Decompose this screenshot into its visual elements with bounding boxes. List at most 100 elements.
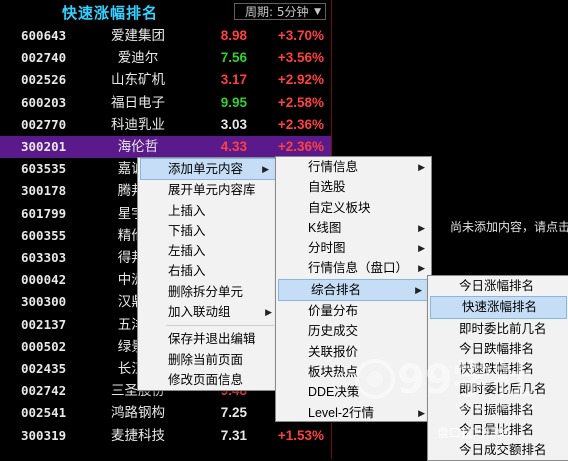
menu-item[interactable]: 修改页面信息 [138, 370, 278, 390]
menu-item[interactable]: 左插入 [138, 241, 278, 261]
menu-item-label: 今日涨幅排名 [459, 279, 535, 293]
stock-price: 9.95 [220, 94, 247, 110]
stock-price: 3.03 [220, 116, 247, 132]
stock-code: 002742 [21, 383, 67, 399]
panel-titlebar: 快速涨幅排名 周期: 5分钟 ▼ [0, 0, 331, 24]
menu-item[interactable]: 即时委比后几名 [428, 379, 568, 399]
stock-code: 603535 [21, 161, 67, 177]
menu-item[interactable]: 行情信息（盘口） ▶ [276, 258, 431, 278]
stock-name: 科迪乳业 [111, 116, 165, 133]
menu-item[interactable]: 快速涨幅排名 [430, 296, 567, 319]
menu-item[interactable]: 即时委比前几名 [428, 319, 568, 339]
menu-item[interactable]: 板块热点 [276, 362, 431, 382]
menu-item-label: 行情信息（盘口） [308, 261, 409, 276]
stock-change: +2.92% [277, 72, 324, 88]
stock-code: 002435 [21, 361, 67, 376]
stock-price: 3.17 [220, 72, 247, 88]
menu-item-label: 行情信息 [308, 160, 359, 174]
stock-name: 山东矿机 [111, 72, 165, 89]
stock-price: 7.31 [220, 427, 247, 443]
table-row[interactable]: 600643 爱建集团 8.98 +3.70% [0, 25, 331, 47]
stock-price: 7.25 [220, 405, 247, 421]
menu-item-label: 价量分布 [308, 304, 359, 319]
menu-item-label: 板块热点 [308, 364, 359, 379]
stock-code: 300319 [21, 427, 67, 443]
panel-title: 快速涨幅排名 [62, 4, 159, 22]
menu-item-label: 加入联动组 [168, 305, 231, 320]
period-dropdown[interactable]: 周期: 5分钟 ▼ [234, 3, 326, 20]
menu-item[interactable]: 删除当前页面 [138, 350, 278, 370]
menu-item[interactable]: 自选股 [276, 177, 431, 197]
stock-code: 603303 [21, 250, 67, 265]
stock-name: 福日电子 [111, 94, 165, 111]
stock-name: 爱建集团 [111, 28, 165, 44]
stock-code: 002770 [21, 116, 67, 132]
watermark-url: www.xue...cn [455, 399, 535, 413]
stock-code: 600643 [21, 28, 67, 43]
menu-item[interactable]: 行情信息 ▶ [276, 157, 431, 177]
menu-item-label: 快速跌幅排名 [459, 362, 535, 377]
menu-item-label: 左插入 [168, 244, 206, 259]
menu-item[interactable]: 加入联动组 ▶ [138, 302, 278, 322]
watermark-caption: 盘口技巧精解 [437, 426, 510, 440]
menu-item-label: 分时图 [308, 241, 346, 256]
menu-item-label: 上插入 [168, 203, 206, 218]
menu-item[interactable]: 自定义板块 [276, 198, 431, 218]
submenu-arrow-icon: ▶ [418, 162, 425, 172]
menu-item[interactable]: 今日涨幅排名 [428, 276, 568, 296]
menu-item[interactable]: 关联报价 [276, 342, 431, 362]
stock-code: 002137 [21, 316, 67, 332]
menu-item[interactable]: 快速跌幅排名 [428, 359, 568, 379]
table-row[interactable]: 300201 海伦哲 4.33 +2.36% [0, 136, 331, 159]
stock-code: 601799 [21, 205, 67, 221]
menu-item-label: 快速涨幅排名 [462, 300, 538, 315]
menu-item-label: 删除当前页面 [168, 352, 244, 367]
table-row[interactable]: 300319 麦捷科技 7.31 +1.53% [0, 425, 331, 447]
table-row[interactable]: 002770 科迪乳业 3.03 +2.36% [0, 114, 331, 136]
menu-item[interactable]: K线图 ▶ [276, 218, 431, 238]
menu-item[interactable]: DDE决策 [276, 382, 431, 402]
menu-item[interactable]: 保存并退出编辑 [138, 329, 278, 349]
chevron-down-icon: ▼ [314, 7, 321, 17]
menu-item[interactable]: 价量分布 [276, 301, 431, 321]
stock-change: +2.36% [277, 116, 324, 132]
menu-item[interactable]: 分时图 ▶ [276, 238, 431, 258]
menu-item[interactable]: 下插入 [138, 221, 278, 241]
menu-item[interactable]: 历史成交 [276, 321, 431, 341]
menu-item[interactable]: 上插入 [138, 201, 278, 221]
menu-item[interactable]: 删除拆分单元 [138, 282, 278, 302]
submenu-arrow-icon: ▶ [418, 263, 425, 274]
stock-change: +2.58% [277, 94, 324, 110]
menu-separator [166, 325, 274, 327]
context-menu: 添加单元内容 ▶ 展开单元内容库 上插入下插入左插入右插入删除拆分单元 加入联动组 ▶ 保存… [137, 157, 279, 391]
menu-item[interactable]: 今日成交额排名 [428, 440, 568, 460]
menu-item[interactable]: 展开单元内容库 [138, 180, 278, 200]
menu-item-label: Level-2行情 [308, 405, 374, 420]
menu-item-label: 综合排名 [311, 282, 362, 297]
menu-item[interactable]: 右插入 [138, 261, 278, 281]
stock-code: 000042 [21, 272, 67, 288]
stock-change: +3.56% [277, 50, 324, 66]
empty-cell-hint: 尚未添加内容，请点击 [450, 220, 568, 234]
table-row[interactable]: 002740 爱迪尔 7.56 +3.56% [0, 47, 331, 69]
menu-item-label: 自定义板块 [308, 200, 371, 215]
menu-item[interactable]: 今日跌幅排名 [428, 339, 568, 359]
submenu-arrow-icon: ▶ [265, 307, 272, 318]
menu-item-label: 删除拆分单元 [168, 284, 244, 299]
stock-change: +1.53% [277, 427, 324, 443]
stock-code: 300201 [21, 139, 67, 154]
table-row[interactable]: 002526 山东矿机 3.17 +2.92% [0, 69, 331, 91]
submenu-arrow-icon: ▶ [418, 243, 425, 254]
menu-item-label: 展开单元内容库 [168, 183, 256, 198]
menu-item[interactable]: 综合排名 ▶ [278, 278, 429, 302]
menu-item[interactable]: Level-2行情 ▶ [276, 403, 431, 423]
table-row[interactable]: 600203 福日电子 9.95 +2.58% [0, 92, 331, 114]
period-label: 周期: 5分钟 [245, 5, 309, 19]
stock-code: 600203 [21, 94, 67, 110]
stock-code: 300178 [21, 183, 67, 199]
menu-item[interactable]: 添加单元内容 ▶ [140, 158, 276, 181]
stock-code: 002740 [21, 50, 67, 66]
menu-item-label: 右插入 [168, 264, 206, 279]
menu-item-label: 下插入 [168, 223, 206, 238]
submenu-arrow-icon: ▶ [418, 407, 425, 418]
